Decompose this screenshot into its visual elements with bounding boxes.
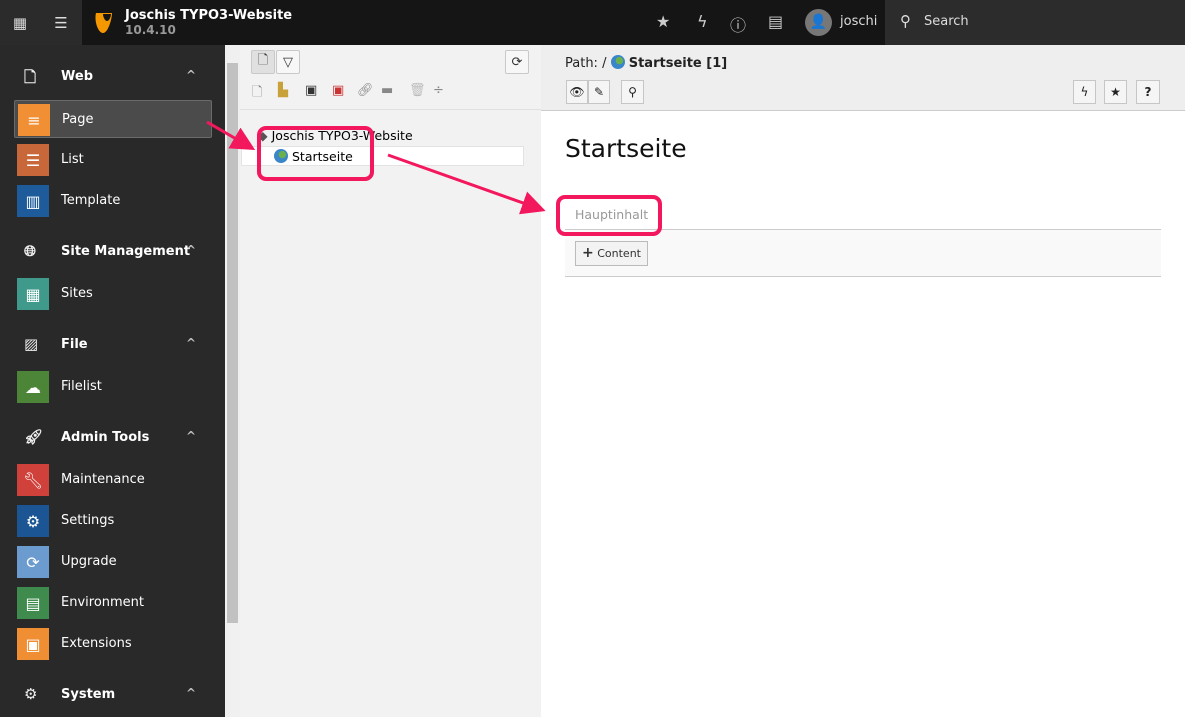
column-body: + Content [565, 229, 1161, 277]
separator-icon[interactable]: ÷ [433, 83, 444, 98]
bookmark-button[interactable]: ★ [1104, 80, 1127, 104]
avatar[interactable]: 👤 [805, 9, 832, 36]
refresh-button[interactable]: ⟳ [505, 50, 529, 74]
group-admin-tools[interactable]: 🚀︎ Admin Tools ^ [0, 423, 225, 453]
rocket-icon: 🚀︎ [24, 428, 44, 446]
pagetree-toggle-icon[interactable]: ☰ [41, 0, 81, 45]
module-environment[interactable]: ▤ Environment [14, 584, 212, 622]
search-button[interactable]: ⚲ [621, 80, 644, 104]
module-filelist[interactable]: ☁ Filelist [14, 368, 212, 406]
chevron-up-icon: ^ [186, 686, 197, 700]
search-button[interactable]: ⚲ Search [885, 0, 1185, 45]
link-icon[interactable]: 🔗︎ [357, 83, 374, 98]
folder-icon[interactable]: ▬ [381, 83, 393, 98]
add-content-button[interactable]: + Content [575, 241, 648, 266]
chevron-up-icon: ^ [186, 429, 197, 443]
group-file[interactable]: ▨ File ^ [0, 330, 225, 360]
help-icon[interactable]: ⓘ [730, 12, 746, 36]
edit-page-button[interactable]: ✎ [588, 80, 610, 104]
topbar-left: ▦ ☰ [0, 0, 82, 45]
chevron-up-icon: ^ [186, 68, 197, 82]
help-button[interactable]: ? [1136, 80, 1160, 104]
typo3-logo-icon [95, 13, 112, 33]
template-icon: ▥ [17, 185, 49, 217]
mountpoint-icon[interactable]: ▣ [332, 83, 344, 98]
image-icon: ▨ [24, 335, 39, 353]
topbar: ▦ ☰ Joschis TYPO3-Website 10.4.10 ★ ϟ ⓘ … [0, 0, 1185, 45]
chevron-up-icon: ^ [186, 243, 197, 257]
globe-icon: 🌐︎ [24, 242, 37, 260]
module-page[interactable]: ≡ Page [14, 100, 212, 138]
sites-icon: ▦ [17, 278, 49, 310]
annotation-highlight [556, 195, 662, 236]
globe-icon [610, 55, 625, 69]
module-menu-icon[interactable]: ▦ [0, 0, 40, 45]
gear-icon: ⚙ [17, 505, 49, 537]
module-upgrade[interactable]: ⟳ Upgrade [14, 543, 212, 581]
wrench-icon: 🔧︎ [17, 464, 49, 496]
module-maintenance[interactable]: 🔧︎ Maintenance [14, 461, 212, 499]
refresh-icon: ⟳ [17, 546, 49, 578]
box-icon: ▣ [17, 628, 49, 660]
site-name: Joschis TYPO3-Website [125, 8, 293, 23]
bookmark-star-icon[interactable]: ★ [656, 12, 670, 31]
list-icon: ☰ [17, 144, 49, 176]
module-settings[interactable]: ⚙ Settings [14, 502, 212, 540]
brand: Joschis TYPO3-Website 10.4.10 [82, 0, 885, 45]
group-site-management[interactable]: 🌐︎ Site Management ^ [0, 237, 225, 267]
search-icon: ⚲ [900, 12, 911, 30]
flash-icon[interactable]: ϟ [697, 12, 708, 31]
page-module-icon: ≡ [18, 104, 50, 136]
view-page-button[interactable]: 👁︎ [566, 80, 588, 104]
doc-header: Path: / Startseite [1] 👁︎ ✎ ⚲ ϟ ★ ? [541, 45, 1185, 111]
module-sites[interactable]: ▦ Sites [14, 275, 212, 313]
page-icon: 🗋 [24, 68, 37, 86]
page-title: Startseite [565, 134, 687, 163]
module-template[interactable]: ▥ Template [14, 182, 212, 220]
page-tree: ◆ Joschis TYPO3-Website Startseite [240, 109, 541, 717]
module-extensions[interactable]: ▣ Extensions [14, 625, 212, 663]
version: 10.4.10 [125, 23, 176, 37]
breadcrumb: Path: / Startseite [1] [565, 55, 728, 71]
gear-icon: ⚙ [24, 685, 38, 703]
chevron-up-icon: ^ [186, 336, 197, 350]
plus-icon: + [582, 245, 594, 261]
backend-user-section-icon[interactable]: ▙ [278, 83, 288, 98]
page-icon[interactable]: 🗋 [252, 83, 262, 105]
module-list[interactable]: ☰ List [14, 141, 212, 179]
module-menu: 🗋 Web ^ ≡ Page ☰ List ▥ Template 🌐︎ Site Manag… [0, 45, 225, 717]
username[interactable]: joschi [840, 14, 877, 29]
server-icon: ▤ [17, 587, 49, 619]
annotation-highlight [257, 126, 374, 181]
scrollbar[interactable] [225, 45, 240, 717]
content-area: Path: / Startseite [1] 👁︎ ✎ ⚲ ϟ ★ ? Star… [541, 45, 1185, 717]
scrollbar-thumb[interactable] [227, 63, 238, 623]
clear-cache-button[interactable]: ϟ [1073, 80, 1096, 104]
shortcut-page-icon[interactable]: ▣ [305, 83, 317, 98]
filter-button[interactable]: ▽ [276, 50, 300, 74]
search-label: Search [924, 14, 969, 29]
filelist-icon: ☁ [17, 371, 49, 403]
trash-icon[interactable]: 🗑︎ [409, 83, 426, 98]
group-web[interactable]: 🗋 Web ^ [0, 62, 225, 92]
system-info-icon[interactable]: ▤ [768, 12, 783, 31]
new-page-button[interactable]: 🗋 [251, 50, 275, 74]
group-system[interactable]: ⚙ System ^ [0, 680, 225, 710]
